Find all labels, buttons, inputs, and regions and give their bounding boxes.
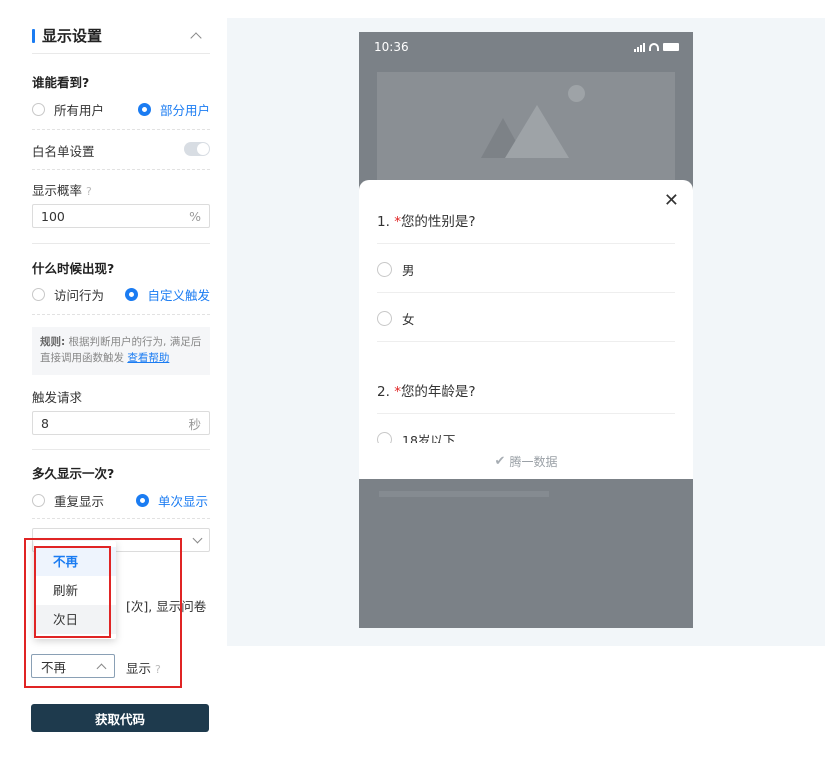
mountain-icon <box>505 105 569 158</box>
phone-background-area <box>359 479 693 628</box>
status-time: 10:36 <box>374 40 409 54</box>
phone-status-bar: 10:36 <box>359 32 693 62</box>
probability-label: 显示概率? <box>32 180 92 199</box>
required-mark: * <box>394 384 401 400</box>
question-text: 您的年龄是? <box>400 384 476 400</box>
help-link[interactable]: 查看帮助 <box>127 352 169 364</box>
divider <box>377 243 675 244</box>
divider <box>32 129 210 130</box>
probability-unit: % <box>189 208 201 224</box>
collapse-chevron-icon[interactable] <box>190 32 202 44</box>
signal-icon <box>634 42 645 52</box>
close-icon[interactable]: ✕ <box>664 192 679 210</box>
radio-circle-icon <box>32 494 45 507</box>
section-divider <box>32 243 210 244</box>
title-accent-bar <box>32 28 35 43</box>
question-1: 1. *您的性别是? <box>377 210 476 230</box>
panel-title: 显示设置 <box>32 25 102 46</box>
question-text: 您的性别是? <box>400 214 476 230</box>
highlight-box-frequency <box>24 538 182 688</box>
brand-logo-icon: ✔ <box>494 453 506 469</box>
radio-single-display-label: 单次显示 <box>158 494 209 509</box>
divider <box>377 292 675 293</box>
rule-prefix: 规则: <box>40 336 66 348</box>
radio-repeat-display-label: 重复显示 <box>54 494 105 509</box>
trigger-input[interactable]: 8 秒 <box>32 411 210 435</box>
trigger-value: 8 <box>41 415 49 431</box>
trigger-label: 触发请求 <box>32 390 83 405</box>
option-label: 男 <box>402 263 415 278</box>
who-label: 谁能看到? <box>32 75 90 90</box>
divider <box>377 341 675 342</box>
probability-value: 100 <box>41 208 65 224</box>
option-female[interactable]: 女 <box>377 309 415 328</box>
rule-text: 根据判断用户的行为, 满足后直接调用函数触发 <box>40 336 202 364</box>
divider <box>32 169 210 170</box>
radio-checked-icon <box>137 103 151 116</box>
radio-circle-icon <box>32 103 45 116</box>
battery-icon <box>663 43 679 51</box>
option-label: 女 <box>402 312 415 327</box>
status-icons <box>634 42 679 52</box>
display-settings-panel: 显示设置 谁能看到? 所有用户 部分用户 白名单设置 显示概率? 100 % 什… <box>32 18 210 552</box>
radio-all-users-label: 所有用户 <box>54 103 105 118</box>
sun-icon <box>568 85 585 102</box>
whitelist-label: 白名单设置 <box>32 144 95 159</box>
option-male[interactable]: 男 <box>377 260 415 279</box>
question-number: 1. <box>377 214 390 230</box>
phone-preview: 10:36 ✕ 1. *您的性别是? 男 女 2. *您的年龄是? 18岁以下 … <box>359 32 693 628</box>
survey-card: ✕ 1. *您的性别是? 男 女 2. *您的年龄是? 18岁以下 ✔ 腾一数据 <box>359 180 693 479</box>
radio-some-users[interactable]: 部分用户 <box>137 100 210 119</box>
wifi-icon <box>649 43 659 51</box>
radio-visit-behavior[interactable]: 访问行为 <box>32 285 104 304</box>
radio-circle-icon <box>377 311 392 326</box>
often-label: 多久显示一次? <box>32 466 115 481</box>
rule-description: 规则: 根据判断用户的行为, 满足后直接调用函数触发 查看帮助 <box>32 327 210 375</box>
help-hint-icon[interactable]: ? <box>86 185 92 198</box>
whitelist-toggle[interactable] <box>184 142 210 156</box>
get-code-button[interactable]: 获取代码 <box>31 704 209 732</box>
chevron-down-icon <box>192 533 203 543</box>
card-footer: ✔ 腾一数据 <box>359 443 693 479</box>
radio-single-display[interactable]: 单次显示 <box>136 491 208 510</box>
divider <box>32 518 210 519</box>
panel-title-text: 显示设置 <box>42 27 103 45</box>
required-mark: * <box>394 214 401 230</box>
question-2: 2. *您的年龄是? <box>377 380 476 400</box>
brand-text: 腾一数据 <box>509 454 558 469</box>
divider <box>32 314 210 315</box>
question-number: 2. <box>377 384 390 400</box>
radio-custom-trigger[interactable]: 自定义触发 <box>125 285 210 304</box>
radio-circle-icon <box>377 262 392 277</box>
when-label: 什么时候出现? <box>32 261 115 276</box>
panel-header[interactable]: 显示设置 <box>32 18 210 54</box>
radio-repeat-display[interactable]: 重复显示 <box>32 491 136 510</box>
radio-checked-icon <box>125 288 139 301</box>
radio-circle-icon <box>32 288 45 301</box>
radio-some-users-label: 部分用户 <box>159 103 210 118</box>
faded-content-bar <box>379 491 549 497</box>
often-radio-group: 重复显示 单次显示 <box>32 491 210 510</box>
trigger-unit: 秒 <box>188 416 201 432</box>
radio-checked-icon <box>136 494 149 507</box>
divider <box>377 413 675 414</box>
probability-input[interactable]: 100 % <box>32 204 210 228</box>
when-radio-group: 访问行为 自定义触发 <box>32 285 210 304</box>
probability-label-text: 显示概率 <box>32 183 83 198</box>
section-divider <box>32 449 210 450</box>
radio-all-users[interactable]: 所有用户 <box>32 100 104 119</box>
who-radio-group: 所有用户 部分用户 <box>32 100 210 119</box>
radio-custom-trigger-label: 自定义触发 <box>147 288 210 303</box>
radio-visit-behavior-label: 访问行为 <box>54 288 105 303</box>
